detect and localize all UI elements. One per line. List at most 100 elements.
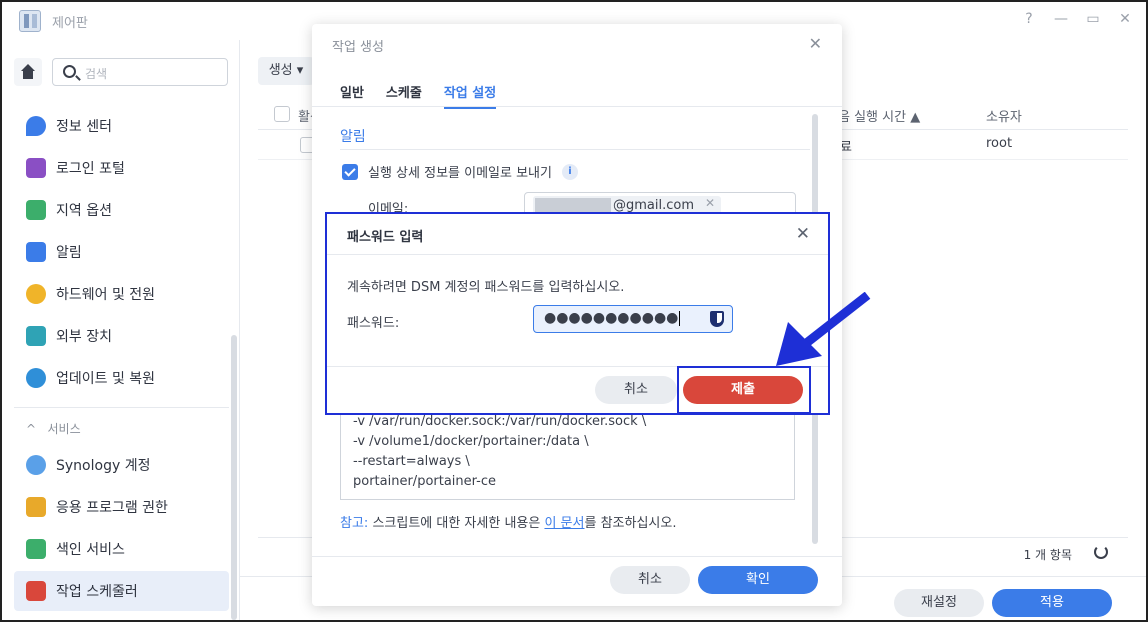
- sidebar-item-label: 응용 프로그램 권한: [56, 500, 168, 516]
- script-line: --restart=always \: [353, 454, 470, 469]
- text-caret: [679, 310, 681, 326]
- calendar-icon: [26, 581, 46, 601]
- search-placeholder: 검색: [85, 67, 108, 81]
- script-note: 참고: 스크립트에 대한 자세한 내용은 이 문서를 참조하십시오.: [340, 512, 676, 531]
- sidebar-item-label: 업데이트 및 복원: [56, 371, 156, 387]
- sidebar-item-label: 작업 스케줄러: [56, 584, 138, 600]
- ok-button[interactable]: 확인: [698, 566, 818, 594]
- annotation-arrow-icon: [776, 292, 871, 366]
- minimize-icon[interactable]: —: [1054, 11, 1068, 27]
- email-details-option[interactable]: 실행 상세 정보를 이메일로 보내기 i: [342, 162, 578, 181]
- update-icon: [26, 368, 46, 388]
- tab-divider: [312, 106, 842, 107]
- section-divider: [340, 149, 810, 150]
- password-manager-shield-icon[interactable]: [710, 311, 724, 327]
- synology-account-icon: [26, 455, 46, 475]
- sidebar-divider: [14, 407, 229, 408]
- close-icon[interactable]: ✕: [796, 224, 810, 244]
- password-dialog-title: 패스워드 입력: [347, 230, 424, 245]
- arrow-head: [776, 322, 822, 366]
- select-all-checkbox[interactable]: [274, 106, 290, 122]
- control-panel-window: 제어판 ? — ▭ ✕ 검색 정보 센터 로그인 포털 지역 옵션 알림 하드웨…: [0, 0, 1148, 622]
- password-value: ●●●●●●●●●●●: [544, 310, 679, 326]
- document-link[interactable]: 이 문서: [544, 516, 584, 531]
- tab-task-settings[interactable]: 작업 설정: [443, 82, 497, 109]
- sidebar-item-login-portal[interactable]: 로그인 포털: [14, 148, 229, 188]
- password-prompt-message: 계속하려면 DSM 계정의 패스워드를 입력하십시오.: [347, 280, 625, 295]
- sidebar-item-label: 로그인 포털: [56, 161, 125, 177]
- hardware-bulb-icon: [26, 284, 46, 304]
- apply-button[interactable]: 적용: [992, 589, 1112, 617]
- search-input[interactable]: 검색: [52, 58, 228, 86]
- sidebar-item-label: 하드웨어 및 전원: [56, 287, 156, 303]
- notification-section-title: 알림: [340, 129, 366, 145]
- sidebar-item-notification[interactable]: 알림: [14, 232, 229, 272]
- sidebar-item-info-center[interactable]: 정보 센터: [14, 106, 229, 146]
- home-button[interactable]: [14, 58, 42, 86]
- chevron-up-icon: ^: [26, 422, 37, 436]
- sidebar-item-label: 색인 서비스: [56, 542, 125, 558]
- sidebar-item-app-privileges[interactable]: 응용 프로그램 권한: [14, 487, 229, 527]
- maximize-icon[interactable]: ▭: [1086, 11, 1100, 27]
- password-dialog: 패스워드 입력 ✕ 계속하려면 DSM 계정의 패스워드를 입력하십시오. 패스…: [325, 212, 830, 415]
- sidebar-item-external-devices[interactable]: 외부 장치: [14, 316, 229, 356]
- email-details-label: 실행 상세 정보를 이메일로 보내기: [368, 166, 552, 181]
- email-value: @gmail.com: [613, 198, 695, 213]
- create-button-label: 생성: [268, 63, 293, 78]
- tab-general[interactable]: 일반: [340, 82, 364, 109]
- row-owner: root: [986, 136, 1013, 151]
- sidebar-item-label: 알림: [56, 245, 82, 261]
- email-details-checkbox[interactable]: [342, 163, 358, 180]
- sidebar-item-synology-account[interactable]: Synology 계정: [14, 445, 229, 485]
- note-text-before: 스크립트에 대한 자세한 내용은: [368, 516, 545, 531]
- sidebar-item-label: 외부 장치: [56, 329, 112, 345]
- col-next-run[interactable]: 음 실행 시간 ▲: [838, 106, 920, 125]
- item-count: 1 개 항목: [1023, 548, 1072, 562]
- password-dots: ●●●●●●●●●●●: [544, 310, 681, 326]
- dialog-tabs: 일반 스케줄 작업 설정: [340, 82, 497, 109]
- dropdown-caret-icon: ▾: [296, 63, 304, 78]
- help-icon[interactable]: ?: [1022, 11, 1036, 27]
- external-device-icon: [26, 326, 46, 346]
- dialog-footer-divider: [312, 556, 842, 557]
- arrow-shaft: [793, 292, 871, 355]
- services-section-header[interactable]: ^ 서비스: [26, 420, 81, 437]
- region-icon: [26, 200, 46, 220]
- refresh-icon[interactable]: [1094, 545, 1108, 559]
- close-icon[interactable]: ✕: [809, 34, 822, 53]
- script-line: -v /volume1/docker/portainer:/data \: [353, 434, 589, 449]
- password-cancel-button[interactable]: 취소: [595, 376, 677, 404]
- submit-button[interactable]: 제출: [683, 376, 803, 404]
- sidebar-item-index-service[interactable]: 색인 서비스: [14, 529, 229, 569]
- cancel-button[interactable]: 취소: [610, 566, 690, 594]
- login-portal-icon: [26, 158, 46, 178]
- close-icon[interactable]: ✕: [1118, 11, 1132, 27]
- window-title: 제어판: [52, 16, 88, 31]
- sidebar-item-label: 정보 센터: [56, 119, 112, 135]
- sidebar: 검색 정보 센터 로그인 포털 지역 옵션 알림 하드웨어 및 전원 외부 장치: [2, 40, 240, 620]
- control-panel-app-icon: [19, 10, 41, 32]
- notification-icon: [26, 242, 46, 262]
- search-icon: [63, 65, 76, 78]
- sidebar-item-task-scheduler[interactable]: 작업 스케줄러: [14, 571, 229, 611]
- sidebar-item-label: 지역 옵션: [56, 203, 112, 219]
- col-owner[interactable]: 소유자: [986, 106, 1022, 125]
- lock-icon: [26, 497, 46, 517]
- reset-button[interactable]: 재설정: [894, 589, 984, 617]
- info-icon[interactable]: i: [561, 163, 578, 180]
- index-service-icon: [26, 539, 46, 559]
- note-text-after: 를 참조하십시오.: [584, 516, 677, 531]
- password-field[interactable]: ●●●●●●●●●●●: [533, 305, 733, 333]
- remove-email-icon[interactable]: ✕: [705, 196, 715, 210]
- dialog-title: 작업 생성: [332, 40, 384, 55]
- sidebar-item-hardware[interactable]: 하드웨어 및 전원: [14, 274, 229, 314]
- tab-schedule[interactable]: 스케줄: [386, 82, 422, 109]
- create-button[interactable]: 생성 ▾: [258, 57, 314, 85]
- services-header-label: 서비스: [47, 422, 81, 436]
- sidebar-scrollbar[interactable]: [231, 335, 237, 620]
- window-controls: ? — ▭ ✕: [1022, 11, 1132, 27]
- note-label: 참고:: [340, 516, 369, 531]
- sidebar-item-region[interactable]: 지역 옵션: [14, 190, 229, 230]
- sidebar-item-update[interactable]: 업데이트 및 복원: [14, 358, 229, 398]
- dialog-header-divider: [327, 254, 828, 255]
